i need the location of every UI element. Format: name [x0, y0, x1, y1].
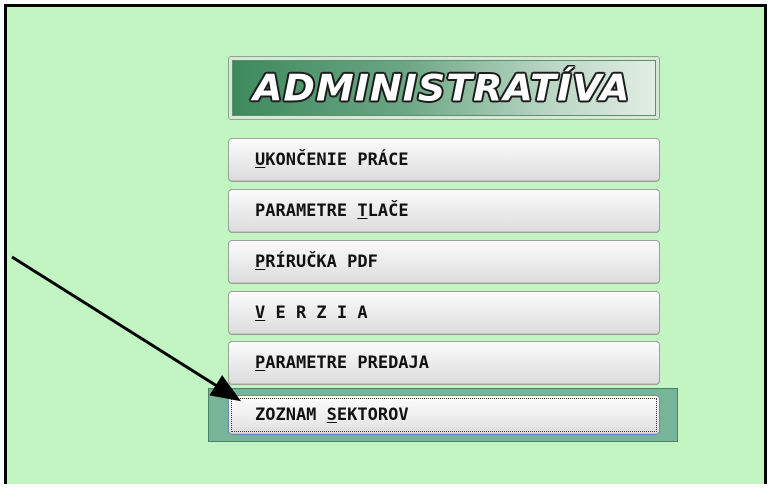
menu-item-label: ZOZNAM SEKTOROV — [255, 405, 409, 425]
title-panel: ADMINISTRATÍVA — [228, 56, 660, 120]
menu-item-label: UKONČENIE PRÁCE — [255, 150, 409, 170]
menu-item-parametre-tlace[interactable]: PARAMETRE TLAČE — [228, 189, 660, 233]
menu-item-zoznam-sektorov[interactable]: ZOZNAM SEKTOROV — [228, 395, 660, 435]
menu-item-prirucka-pdf[interactable]: PRÍRUČKA PDF — [228, 240, 660, 284]
hotkey-letter: U — [255, 150, 266, 170]
menu-item-label: PARAMETRE TLAČE — [255, 201, 409, 221]
menu-item-parametre-predaja[interactable]: PARAMETRE PREDAJA — [228, 341, 660, 385]
hotkey-letter: V — [255, 303, 266, 323]
title-banner: ADMINISTRATÍVA — [232, 60, 656, 116]
hotkey-letter: P — [255, 353, 266, 373]
hotkey-letter: P — [255, 252, 266, 272]
hotkey-letter: T — [357, 201, 368, 221]
menu-item-ukoncenie-prace[interactable]: UKONČENIE PRÁCE — [228, 138, 660, 182]
menu-item-verzia[interactable]: V E R Z I A — [228, 291, 660, 335]
menu-item-label: PARAMETRE PREDAJA — [255, 353, 430, 373]
hotkey-letter: S — [326, 405, 337, 425]
page-title: ADMINISTRATÍVA — [253, 67, 631, 109]
menu-item-label: V E R Z I A — [255, 303, 368, 323]
menu-item-label: PRÍRUČKA PDF — [255, 252, 378, 272]
